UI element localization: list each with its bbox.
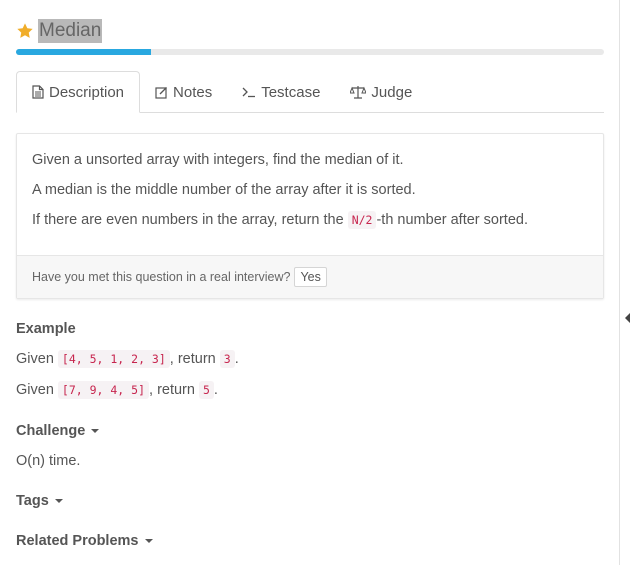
example-text: Given — [16, 382, 58, 398]
example-line: Given [7, 9, 4, 5], return 5. — [16, 381, 218, 399]
challenge-heading-label: Challenge — [16, 423, 86, 439]
tab-description[interactable]: Description — [16, 71, 141, 113]
caret-down-icon — [54, 499, 63, 503]
example-text: , return — [149, 382, 199, 398]
tags-heading-label: Tags — [16, 493, 49, 509]
content-frame-border — [619, 0, 620, 565]
problem-title: Median — [38, 19, 103, 43]
example-heading-label: Example — [16, 321, 76, 337]
interview-question: Have you met this question in a real int… — [32, 270, 291, 284]
collapse-sidebar-icon[interactable] — [625, 313, 630, 323]
challenge-text: O(n) time. — [16, 453, 81, 469]
star-icon[interactable] — [16, 22, 34, 40]
tab-testcase[interactable]: Testcase — [227, 71, 335, 113]
example-text: Given — [16, 351, 58, 367]
interview-prompt: Have you met this question in a real int… — [17, 255, 603, 298]
tab-description-label: Description — [49, 83, 125, 101]
tab-testcase-label: Testcase — [261, 83, 321, 101]
progress-bar-fill — [16, 49, 152, 55]
challenge-toggle[interactable]: Challenge — [16, 423, 100, 439]
description-body: Given a unsorted array with integers, fi… — [17, 134, 603, 255]
example-text: . — [234, 351, 239, 367]
example-text: . — [213, 382, 218, 398]
description-text-part: If there are even numbers in the array, … — [32, 212, 348, 228]
scale-icon — [350, 85, 367, 99]
inline-code: 3 — [219, 350, 235, 368]
example-heading: Example — [16, 321, 76, 337]
tab-notes-label: Notes — [173, 83, 213, 101]
caret-down-icon — [91, 429, 100, 433]
progress-bar — [16, 49, 604, 55]
inline-code: [4, 5, 1, 2, 3] — [57, 350, 170, 368]
inline-code: [7, 9, 4, 5] — [57, 381, 150, 399]
tab-judge[interactable]: Judge — [335, 71, 427, 113]
related-heading-label: Related Problems — [16, 533, 139, 549]
related-problems-toggle[interactable]: Related Problems — [16, 533, 153, 549]
description-text: A median is the middle number of the arr… — [32, 182, 416, 198]
notes-icon — [155, 86, 168, 99]
yes-button[interactable]: Yes — [294, 267, 327, 287]
terminal-icon — [242, 86, 256, 98]
problem-header: Median — [16, 18, 103, 44]
tab-notes[interactable]: Notes — [140, 71, 227, 113]
example-line: Given [4, 5, 1, 2, 3], return 3. — [16, 350, 239, 368]
example-text: , return — [169, 351, 220, 367]
tags-toggle[interactable]: Tags — [16, 493, 63, 509]
inline-code: 5 — [198, 381, 214, 399]
description-text-part: -th number after sorted. — [376, 212, 528, 228]
description-text: If there are even numbers in the array, … — [32, 210, 588, 230]
tab-judge-label: Judge — [371, 83, 413, 101]
description-text: Given a unsorted array with integers, fi… — [32, 152, 404, 168]
document-icon — [32, 85, 44, 99]
description-panel: Given a unsorted array with integers, fi… — [16, 133, 604, 299]
inline-code: N/2 — [347, 211, 377, 229]
tab-bar: Description Notes Testcase Judge — [16, 71, 604, 113]
caret-down-icon — [144, 539, 153, 543]
